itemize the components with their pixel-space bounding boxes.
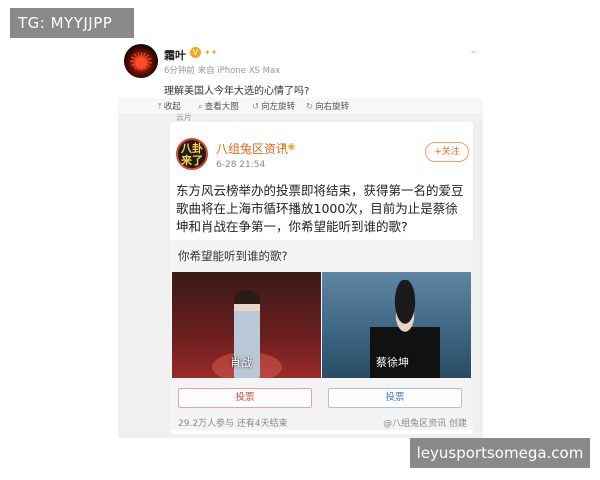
poll-author[interactable]: @八组兔区资讯 创建 <box>383 416 467 429</box>
inner-avatar[interactable]: 八卦来了 <box>176 138 208 170</box>
toolbar-view-large[interactable]: ⌕ 查看大图 <box>198 100 239 112</box>
poll-question: 你希望能听到谁的歌? <box>178 249 288 263</box>
level-icon: ✦✦ <box>204 48 218 57</box>
inner-post-text: 东方风云榜举办的投票即将结束，获得第一名的爱豆歌曲将在上海市循环播放1000次，… <box>176 183 464 234</box>
toolbar-rotate-left[interactable]: ↺ 向左旋转 <box>252 100 295 112</box>
post-header: 霜叶 V ✦✦ 6分钟前 来自 iPhone XS Max 理解美国人今年大选的… <box>122 42 479 97</box>
poll-footer: 29.2万人参与 还有4天结束 <box>178 419 288 429</box>
follow-button[interactable]: +关注 <box>425 142 469 162</box>
post-text: 理解美国人今年大选的心情了吗? <box>164 86 310 97</box>
inner-author[interactable]: 八组兔区资讯 <box>216 140 288 157</box>
rotate-right-icon: ↻ <box>306 102 314 112</box>
avatar[interactable] <box>124 44 158 78</box>
vote-button-right[interactable]: 投票 <box>328 388 462 408</box>
toolbar-collapse[interactable]: ⤒ 收起 <box>158 100 181 112</box>
collapse-icon: ⤒ <box>158 102 162 112</box>
watermark: leyusportsomega.com <box>410 438 590 468</box>
inner-time: 6-28 21:54 <box>216 160 266 170</box>
verified-icon: V <box>190 47 201 58</box>
image-toolbar: ⤒ 收起 ⌕ 查看大图 ↺ 向左旋转 ↻ 向右旋转 <box>118 98 483 115</box>
poll-option-image-right[interactable]: 蔡徐坤 <box>322 272 471 378</box>
poll-option-image-left[interactable]: 肖战 <box>172 272 321 378</box>
poll-option-name: 蔡徐坤 <box>376 356 409 369</box>
inner-badge-icon: ✦◉ <box>280 142 296 152</box>
poll-option-name: 肖战 <box>230 356 252 369</box>
zoom-icon: ⌕ <box>198 102 203 112</box>
rotate-left-icon: ↺ <box>252 102 260 112</box>
post-meta: 6分钟前 来自 iPhone XS Max <box>164 66 281 76</box>
vote-button-left[interactable]: 投票 <box>178 388 312 408</box>
poll-card: 你希望能听到谁的歌? 肖战 蔡徐坤 投票 投票 29.2万人参与 还有4天结束 … <box>170 240 473 430</box>
toolbar-rotate-right[interactable]: ↻ 向右旋转 <box>306 100 349 112</box>
screenshot-panel: 霜叶 V ✦✦ 6分钟前 来自 iPhone XS Max 理解美国人今年大选的… <box>118 38 483 438</box>
username[interactable]: 霜叶 <box>164 47 186 63</box>
tg-tag: TG: MYYJJPP <box>10 8 134 38</box>
chevron-down-icon[interactable]: ⌄ <box>469 46 477 56</box>
inner-weibo-card: 八卦来了 八组兔区资讯 ✦◉ 6-28 21:54 +关注 东方风云榜举办的投票… <box>170 122 473 434</box>
